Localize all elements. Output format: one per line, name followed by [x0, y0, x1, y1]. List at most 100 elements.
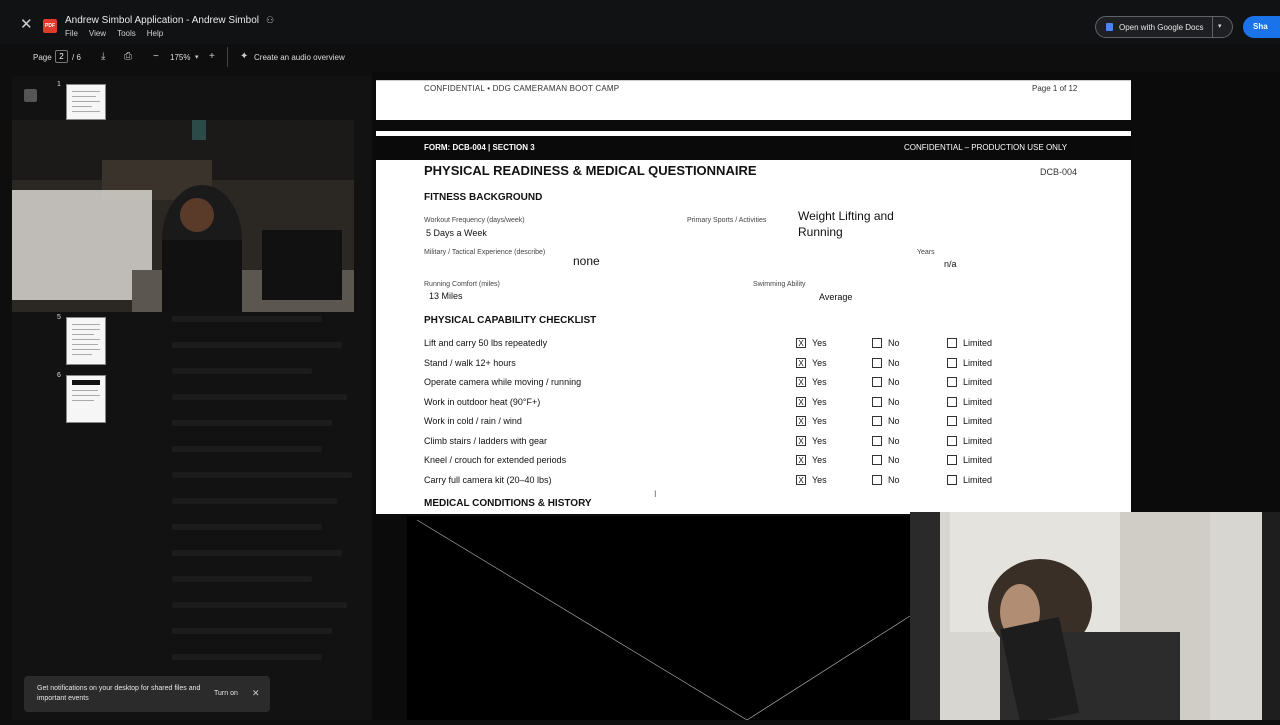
limited-label: Limited [963, 474, 993, 485]
section-heading-fitness: FITNESS BACKGROUND [424, 192, 543, 203]
print-icon[interactable]: ⎙ [124, 51, 132, 62]
limited-checkbox[interactable] [947, 377, 957, 387]
yes-checkbox[interactable]: X [796, 338, 806, 348]
limited-checkbox[interactable] [947, 435, 957, 446]
shared-lock-icon: ⚇ [266, 15, 275, 25]
chevron-down-icon[interactable]: ▾ [1218, 22, 1222, 30]
checklist-question: Lift and carry 50 lbs repeatedly [424, 338, 548, 348]
notification-toast: Get notifications on your desktop for sh… [24, 676, 270, 712]
pdf-file-icon: PDF [43, 19, 57, 33]
no-checkbox[interactable] [872, 455, 882, 465]
limited-checkbox[interactable] [947, 338, 957, 348]
no-checkbox[interactable] [872, 357, 882, 368]
limited-checkbox[interactable] [947, 357, 957, 368]
menu-help[interactable]: Help [147, 29, 163, 38]
no-label: No [888, 338, 900, 348]
no-label: No [888, 435, 900, 446]
confidential-label: CONFIDENTIAL – PRODUCTION USE ONLY [904, 143, 1068, 152]
turn-on-button[interactable]: Turn on [214, 690, 238, 697]
yes-checkbox[interactable]: X [796, 357, 806, 368]
yes-label: Yes [812, 435, 827, 446]
field-value-sports-line1: Weight Lifting and [798, 209, 894, 223]
checklist-row: Carry full camera kit (20–40 lbs) X Yes No L… [424, 474, 1104, 488]
webcam-scene [12, 120, 354, 312]
sidebar-toggle-icon[interactable] [24, 89, 37, 102]
open-with-docs-button[interactable]: Open with Google Docs ▾ [1095, 16, 1233, 38]
checklist-question: Work in outdoor heat (90°F+) [424, 396, 541, 407]
share-button[interactable]: Sha [1243, 16, 1280, 38]
zoom-out-icon[interactable]: − [153, 51, 159, 62]
yes-label: Yes [812, 455, 827, 465]
zoom-in-icon[interactable]: + [209, 51, 215, 62]
limited-label: Limited [963, 435, 993, 446]
no-checkbox[interactable] [872, 416, 882, 426]
yes-label: Yes [812, 416, 827, 426]
no-label: No [888, 377, 900, 387]
checklist-question: Kneel / crouch for extended periods [424, 455, 567, 465]
checklist-question: Stand / walk 12+ hours [424, 357, 516, 368]
yes-checkbox[interactable]: X [796, 396, 806, 407]
yes-checkbox[interactable]: X [796, 435, 806, 446]
embedded-image-placeholder [407, 516, 911, 721]
audio-overview-button[interactable]: Create an audio overview [254, 53, 345, 62]
page-thumbnail[interactable] [66, 84, 106, 120]
menu-view[interactable]: View [89, 29, 106, 38]
no-checkbox[interactable] [872, 338, 882, 348]
no-checkbox[interactable] [872, 377, 882, 387]
page-thumbnail[interactable] [66, 317, 106, 365]
webcam-scene [910, 512, 1280, 720]
checklist-question: Work in cold / rain / wind [424, 416, 522, 426]
limited-checkbox[interactable] [947, 396, 957, 407]
checklist-row: Climb stairs / ladders with gear X Yes No Li… [424, 435, 1104, 449]
page-of-label: Page 1 of 12 [1032, 84, 1078, 93]
document-title: Andrew Simbol Application - Andrew Simbo… [65, 15, 259, 26]
open-with-docs-label: Open with Google Docs [1119, 22, 1204, 32]
menu-file[interactable]: File [65, 29, 78, 38]
yes-checkbox[interactable]: X [796, 474, 806, 485]
no-checkbox[interactable] [872, 396, 882, 407]
no-label: No [888, 416, 900, 426]
field-label-swimming: Swimming Ability [753, 281, 806, 288]
close-icon[interactable]: ✕ [252, 688, 260, 699]
thumbnail-number: 5 [57, 314, 61, 321]
zoom-level[interactable]: 175% [170, 53, 190, 62]
limited-checkbox[interactable] [947, 455, 957, 465]
toast-message: Get notifications on your desktop for sh… [37, 685, 201, 702]
form-title: PHYSICAL READINESS & MEDICAL QUESTIONNAI… [424, 163, 757, 178]
google-docs-icon [1106, 23, 1113, 31]
download-icon[interactable]: ⤓ [101, 51, 105, 62]
sparkle-icon[interactable]: ✦ [240, 51, 248, 62]
no-label: No [888, 357, 900, 368]
checklist-row: Operate camera while moving / running X Ye… [424, 376, 1104, 390]
page-label: Page [33, 53, 52, 62]
page-thumbnail[interactable] [66, 375, 106, 423]
yes-checkbox[interactable]: X [796, 416, 806, 426]
guest-webcam [910, 512, 1280, 720]
limited-label: Limited [963, 416, 993, 426]
streamer-webcam [12, 120, 354, 312]
yes-checkbox[interactable]: X [796, 377, 806, 387]
no-checkbox[interactable] [872, 435, 882, 446]
zoom-dropdown-icon[interactable]: ▾ [195, 53, 199, 61]
limited-label: Limited [963, 357, 993, 368]
limited-checkbox[interactable] [947, 474, 957, 485]
text-cursor-icon: I [654, 489, 657, 499]
page-number-input[interactable]: 2 [55, 50, 68, 63]
checklist-question: Carry full camera kit (20–40 lbs) [424, 474, 552, 485]
yes-label: Yes [812, 396, 827, 407]
limited-checkbox[interactable] [947, 416, 957, 426]
checklist-row: Stand / walk 12+ hours X Yes No Limited [424, 357, 1104, 371]
no-checkbox[interactable] [872, 474, 882, 485]
limited-label: Limited [963, 455, 993, 465]
menu-tools[interactable]: Tools [117, 29, 136, 38]
yes-checkbox[interactable]: X [796, 455, 806, 465]
limited-label: Limited [963, 377, 993, 387]
limited-label: Limited [963, 396, 993, 407]
thumbnail-number: 1 [57, 81, 61, 88]
section-heading-checklist: PHYSICAL CAPABILITY CHECKLIST [424, 315, 597, 326]
checklist-row: Kneel / crouch for extended periods X Yes N… [424, 454, 1104, 468]
form-code: DCB-004 [1040, 167, 1078, 177]
yes-label: Yes [812, 474, 827, 485]
close-icon[interactable]: ✕ [20, 15, 33, 33]
pdf-toolbar: Page 2 / 6 ⤓ ⎙ − 175% ▾ + ✦ Create an au… [20, 44, 1280, 72]
